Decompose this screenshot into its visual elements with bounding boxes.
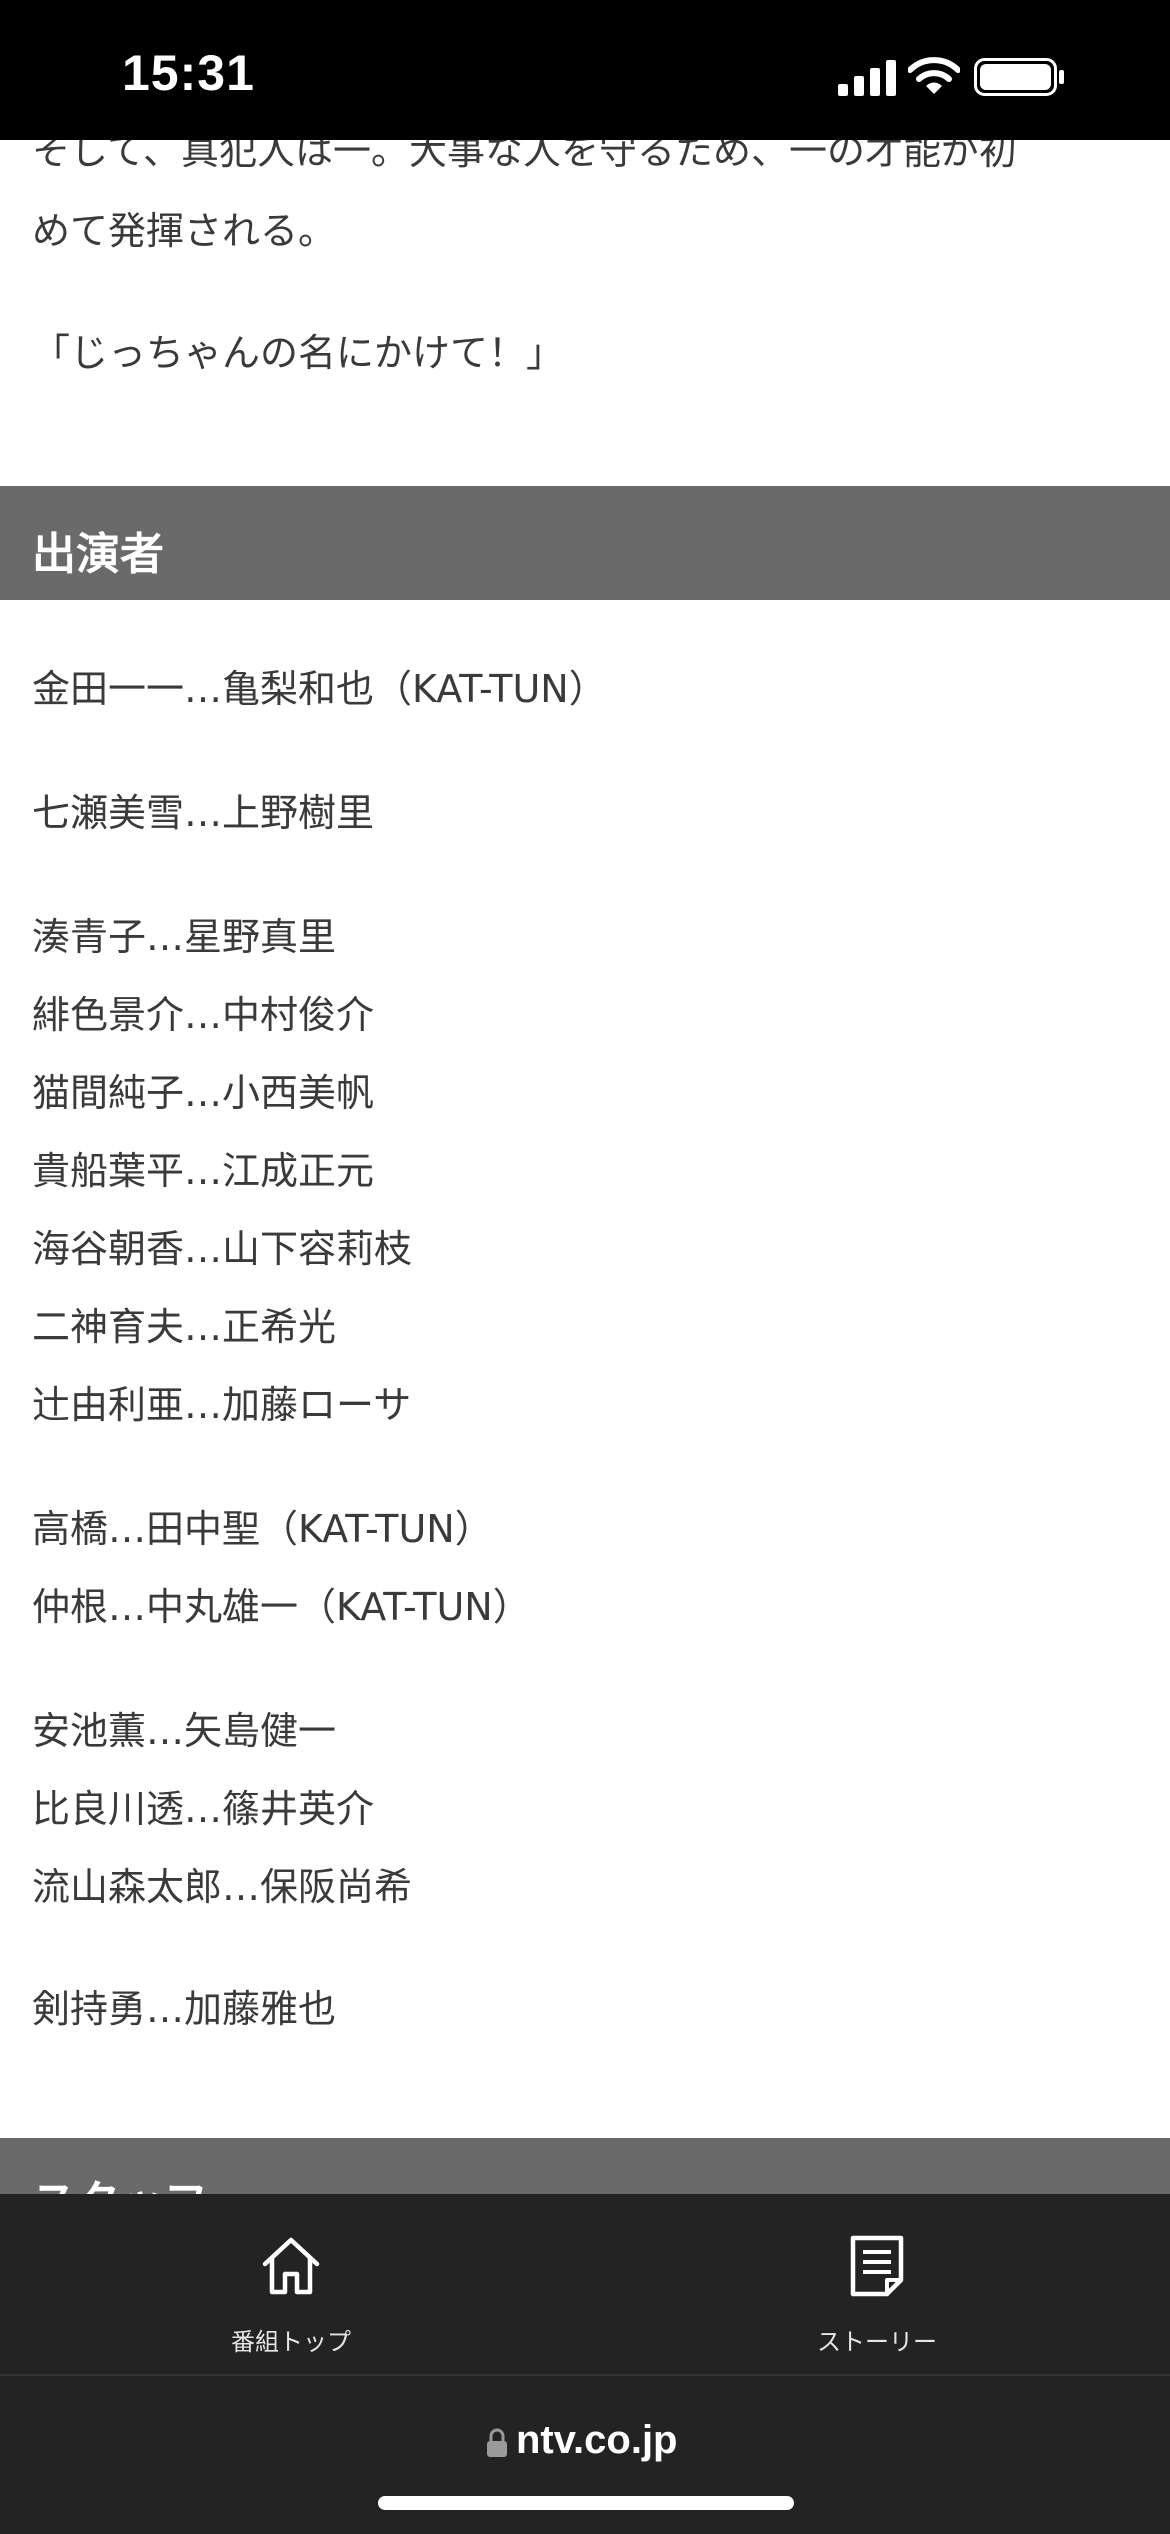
cast-item: 流山森太郎…保阪尚希	[32, 1865, 413, 1909]
cast-section-title: 出演者	[32, 529, 164, 580]
cast-item: 湊青子…星野真里	[32, 915, 337, 959]
cast-item: 緋色景介…中村俊介	[32, 993, 375, 1037]
document-icon	[850, 2235, 904, 2297]
cast-item: 高橋…田中聖（KAT-TUN）	[32, 1507, 493, 1551]
tab-story[interactable]: ストーリー	[727, 2194, 1027, 2374]
cast-item: 海谷朝香…山下容莉枝	[32, 1227, 413, 1271]
url-domain[interactable]: ntv.co.jp	[516, 2418, 677, 2463]
home-indicator[interactable]	[378, 2496, 794, 2510]
tab-home[interactable]: 番組トップ	[141, 2194, 441, 2374]
cast-item: 貴船葉平…江成正元	[32, 1149, 375, 1193]
cast-item: 仲根…中丸雄一（KAT-TUN）	[32, 1585, 531, 1629]
cast-item: 二神育夫…正希光	[32, 1305, 337, 1349]
cast-item: 剣持勇…加藤雅也	[32, 1987, 337, 2031]
status-bar: 15:31	[0, 0, 1170, 140]
status-time: 15:31	[122, 45, 255, 101]
battery-icon	[974, 58, 1064, 96]
cast-item: 安池薫…矢島健一	[32, 1709, 337, 1753]
signal-icon	[838, 60, 896, 96]
home-icon	[262, 2237, 320, 2295]
story-quote: 「じっちゃんの名にかけて！」	[32, 331, 565, 375]
story-text: めて発揮される。	[32, 209, 337, 253]
browser-url-bar[interactable]: ntv.co.jp	[0, 2374, 1170, 2534]
wifi-icon	[908, 57, 960, 94]
cast-item: 辻由利亜…加藤ローサ	[32, 1383, 412, 1427]
cast-item: 比良川透…篠井英介	[32, 1787, 375, 1831]
cast-item: 金田一一…亀梨和也（KAT-TUN）	[32, 667, 607, 711]
lock-icon	[487, 2428, 507, 2457]
tab-story-label: ストーリー	[817, 2328, 937, 2356]
cast-item: 猫間純子…小西美帆	[32, 1071, 375, 1115]
tab-home-label: 番組トップ	[231, 2328, 351, 2356]
cast-section-header: 出演者	[0, 486, 1170, 600]
cast-item: 七瀬美雪…上野樹里	[32, 791, 375, 835]
bottom-tab-bar: 番組トップ ストーリー	[0, 2194, 1170, 2374]
